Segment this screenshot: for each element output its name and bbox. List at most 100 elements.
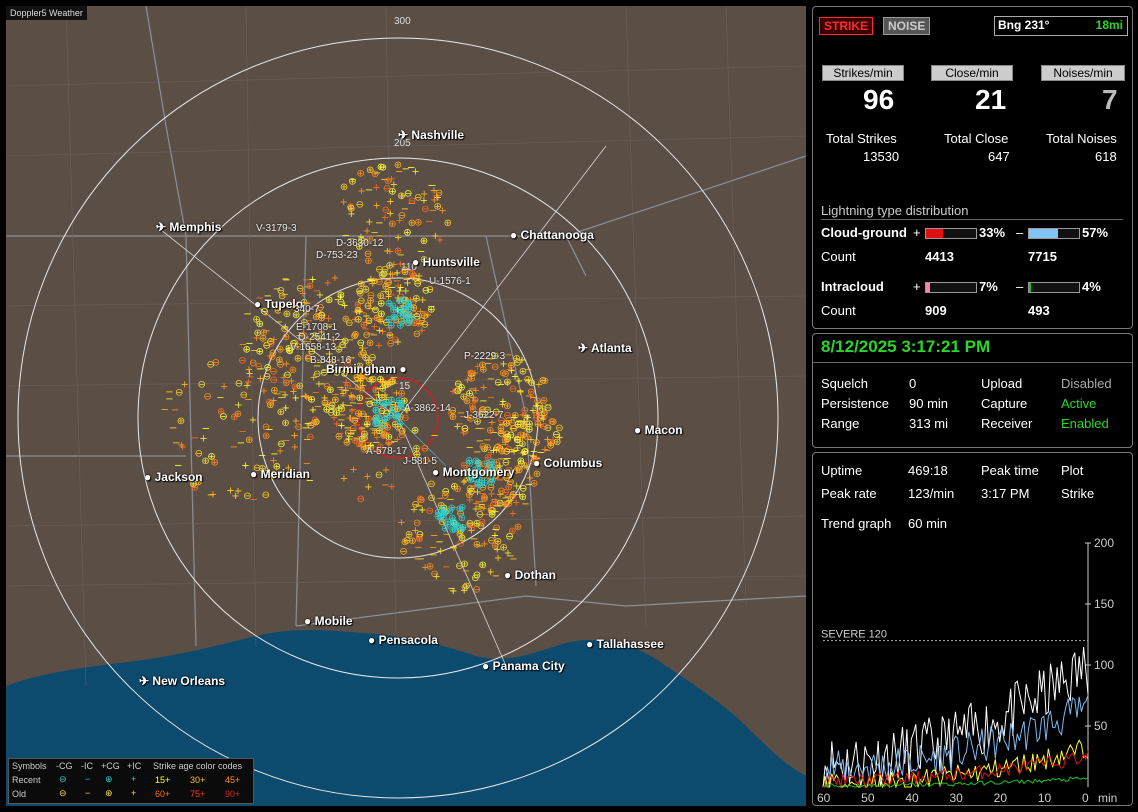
strike-symbol-icon: ⊕	[532, 438, 540, 449]
city-montgomery[interactable]: ● Montgomery	[432, 465, 515, 479]
strike-symbol-icon: −	[303, 434, 311, 445]
strike-symbol-icon: −	[474, 424, 482, 435]
storm-cell-label[interactable]: D-753-23	[316, 250, 358, 261]
strike-symbol-icon: −	[493, 501, 501, 512]
strike-symbol-icon: +	[349, 464, 357, 475]
city-macon[interactable]: ● Macon	[634, 423, 683, 437]
peak-time-label: Peak time	[981, 463, 1039, 478]
strike-symbol-icon: +	[519, 410, 527, 421]
legend-recent-label: Recent	[12, 775, 41, 785]
strike-symbol-icon: ⊕	[371, 169, 379, 180]
city-huntsville[interactable]: ● Huntsville	[412, 255, 480, 269]
strike-symbol-icon: ⊖	[383, 183, 391, 194]
plot-label: Plot	[1061, 463, 1084, 478]
strike-symbol-icon: +	[340, 474, 348, 485]
strike-symbol-icon: −	[270, 449, 278, 460]
strike-symbol-icon: −	[243, 309, 251, 320]
city-nashville[interactable]: ✈ Nashville	[398, 128, 464, 142]
strike-symbol-icon: ⊖	[539, 375, 547, 386]
strike-symbol-icon: ⊕	[340, 182, 348, 193]
symbol-legend: Symbols -CG -IC +CG +IC Strike age color…	[8, 758, 254, 804]
strike-tab[interactable]: STRIKE	[819, 17, 874, 35]
trend-graph-value[interactable]: 60 min	[908, 516, 947, 531]
strike-symbol-icon: +	[324, 278, 332, 289]
storm-cell-label[interactable]: J-581-5	[403, 456, 437, 467]
city-dot-icon: ●	[399, 362, 407, 376]
strike-symbol-icon: ⊕	[412, 443, 420, 454]
storm-cell-label[interactable]: B-848-16	[310, 355, 351, 366]
storm-cell-label[interactable]: J-3622-7	[464, 410, 503, 421]
strike-symbol-icon: +	[181, 380, 189, 391]
storm-cell-label[interactable]: 340-7	[294, 304, 320, 315]
strike-symbol-icon: ⊖	[280, 324, 288, 335]
pos-ic-recent-icon: +	[131, 774, 137, 784]
city-dot-icon: ●	[144, 470, 152, 484]
city-memphis[interactable]: ✈ Memphis	[156, 220, 221, 234]
strike-symbol-icon: +	[302, 392, 310, 403]
storm-cell-label[interactable]: V-1658-13	[290, 342, 336, 353]
receiver-value: Enabled	[1061, 416, 1109, 431]
strike-symbol-icon: ⊖	[472, 585, 480, 596]
strike-symbol-icon: +	[340, 197, 348, 208]
city-pensacola[interactable]: ● Pensacola	[368, 633, 438, 647]
strike-symbol-icon: +	[234, 400, 242, 411]
x-tick-label: 0	[1082, 791, 1089, 805]
strike-symbol-icon: +	[364, 482, 372, 493]
strike-symbol-icon: +	[345, 413, 353, 424]
strike-symbol-icon: ⊖	[454, 379, 462, 390]
city-panama-city[interactable]: ● Panama City	[482, 659, 565, 673]
storm-cell-label[interactable]: A-578-17	[366, 446, 407, 457]
strike-symbol-icon: ⊕	[514, 522, 522, 533]
storm-cell-label[interactable]: U-1576-1	[429, 276, 471, 287]
city-columbus[interactable]: ● Columbus	[533, 456, 602, 470]
strike-symbol-icon: ⊖	[520, 461, 528, 472]
strike-symbol-icon: ⊖	[268, 352, 276, 363]
trend-graph: 2001501005060 50 40 30 20 10 0 min SEVERE 120	[817, 536, 1117, 805]
noise-tab[interactable]: NOISE	[883, 17, 931, 35]
strike-symbol-icon: ⊕	[444, 218, 452, 229]
range-label-outer: 300	[394, 16, 411, 27]
strike-symbol-icon: −	[191, 433, 199, 444]
plot-value[interactable]: Strike	[1061, 486, 1094, 501]
strike-symbol-icon: −	[216, 393, 224, 404]
strike-symbol-icon: ⊖	[413, 329, 421, 340]
city-meridian[interactable]: ● Meridian	[250, 467, 310, 481]
strike-symbol-icon: ⊖	[427, 479, 435, 490]
recent-strike-icon: ⊕	[448, 503, 456, 514]
storm-cell-label[interactable]: D-3630-12	[336, 238, 383, 249]
strike-symbol-icon: +	[519, 448, 527, 459]
strike-symbol-icon: +	[351, 315, 359, 326]
strike-symbol-icon: +	[394, 337, 402, 348]
upload-label: Upload	[981, 376, 1023, 391]
lightning-map[interactable]: ⊕ − + + ⊖ + + ⊖ ⊖ + ⊖ ⊕ ⊖ ⊕ ⊖ ⊕ + + ⊖ ⊖ − ⊕ ⊕ − − ⊕ ⊕ ⊕ − − − + + + − ⊕ − + ⊖ +…	[6, 6, 806, 806]
strike-symbol-icon: +	[510, 413, 518, 424]
strike-symbol-icon: +	[493, 545, 501, 556]
cg-negative-bar	[1028, 228, 1080, 239]
cg-count-label: Count	[821, 249, 856, 264]
strike-symbol-icon: −	[282, 275, 290, 286]
strike-symbol-icon: ⊖	[262, 490, 270, 501]
strike-symbol-icon: ⊖	[364, 249, 372, 260]
city-atlanta[interactable]: ✈ Atlanta	[578, 341, 632, 355]
storm-cell-label[interactable]: A-3862-14	[404, 403, 451, 414]
strike-symbol-icon: −	[506, 445, 514, 456]
strike-symbol-icon: +	[234, 486, 242, 497]
strike-symbol-icon: ⊕	[337, 290, 345, 301]
strike-symbol-icon: +	[291, 442, 299, 453]
ic-negative-pct: 4%	[1082, 279, 1101, 294]
city-mobile[interactable]: ● Mobile	[304, 614, 353, 628]
strike-symbol-icon: ⊖	[399, 547, 407, 558]
age-45-label: 45+	[225, 775, 241, 785]
ic-plus-sign: +	[913, 279, 921, 294]
city-chattanooga[interactable]: ● Chattanooga	[510, 228, 594, 242]
city-jackson[interactable]: ● Jackson	[144, 470, 203, 484]
city-dothan[interactable]: ● Dothan	[504, 568, 556, 582]
city-new-orleans[interactable]: ✈ New Orleans	[139, 674, 225, 688]
storm-cell-label[interactable]: V-3179-3	[256, 223, 297, 234]
city-dot-icon: ●	[254, 297, 262, 311]
brand-label: Doppler5 Weather	[6, 6, 87, 20]
strike-symbol-icon: ⊕	[277, 407, 285, 418]
storm-cell-label[interactable]: P-2229-3	[464, 351, 505, 362]
city-tallahassee[interactable]: ● Tallahassee	[586, 637, 664, 651]
cg-negative-pct: 57%	[1082, 225, 1109, 240]
